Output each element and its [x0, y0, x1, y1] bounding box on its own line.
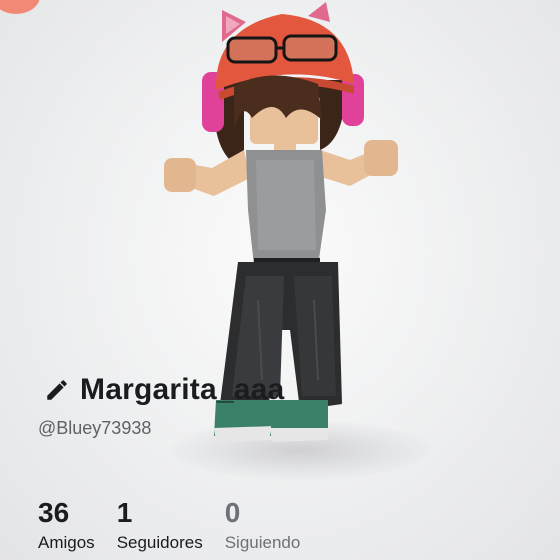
corner-badge[interactable]	[0, 0, 40, 14]
profile-stats: 36 Amigos 1 Seguidores 0 Siguiendo	[38, 496, 322, 554]
stat-friends[interactable]: 36 Amigos	[38, 496, 95, 554]
stat-following[interactable]: 0 Siguiendo	[225, 496, 301, 554]
friends-label: Amigos	[38, 533, 95, 552]
display-name: Margarita_aaa	[80, 373, 285, 406]
followers-count: 1	[116, 497, 133, 528]
stat-followers[interactable]: 1 Seguidores	[117, 496, 203, 554]
followers-label: Seguidores	[116, 533, 203, 552]
friends-count: 36	[38, 497, 70, 528]
following-count: 0	[224, 497, 241, 528]
pencil-icon[interactable]	[44, 377, 70, 403]
display-name-row: Margarita_aaa	[44, 370, 284, 410]
following-label: Siguiendo	[224, 533, 301, 552]
username: @Bluey73938	[38, 418, 152, 438]
